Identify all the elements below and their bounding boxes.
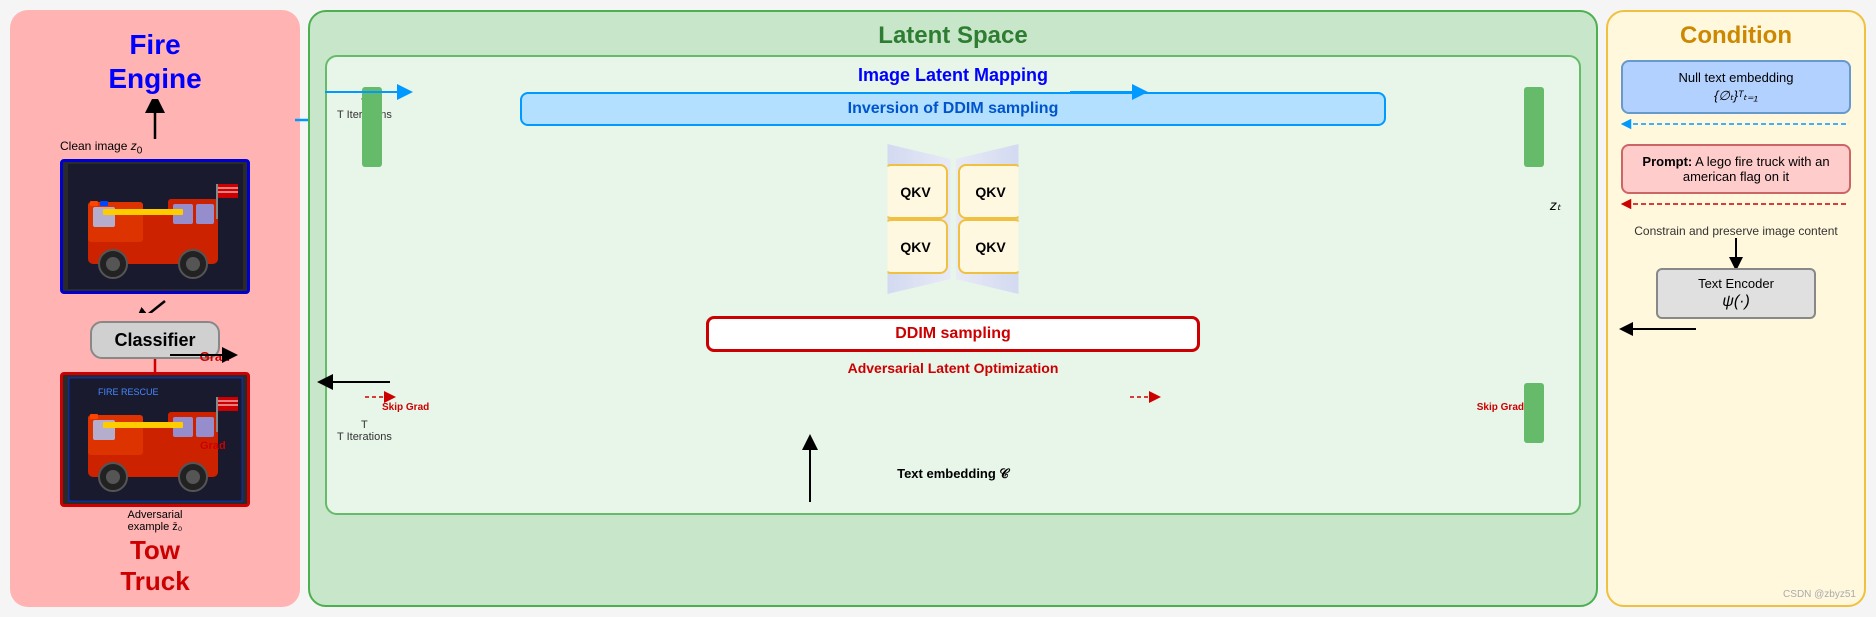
ilm-box: Image Latent Mapping Inversion of DDIM s… [325, 55, 1581, 515]
tow-truck-title: Tow Truck [120, 535, 189, 597]
clean-image-label: Clean image z0 [60, 139, 250, 156]
text-encoder-label: Text Encoder [1673, 276, 1799, 291]
arrow-prompt-to-zt [1616, 194, 1856, 214]
arrow-clean-to-classifier [130, 296, 180, 314]
skip-grad-2: Skip Grad [1477, 402, 1524, 413]
watermark: CSDN @zbyz51 [1783, 589, 1856, 600]
main-container: Fire Engine Clean image z0 [0, 0, 1876, 617]
qkv-box-2: QKV [883, 219, 948, 274]
null-text-label: Null text embedding [1631, 70, 1841, 85]
zt-label: zₜ [1550, 197, 1561, 214]
qkv-box-1: QKV [883, 164, 948, 219]
prompt-label: Prompt: [1642, 154, 1692, 169]
condition-title: Condition [1680, 22, 1792, 50]
null-text-box: Null text embedding {∅ₜ}ᵀₜ₌₁ [1621, 60, 1851, 114]
arrow-constrain-down [1726, 238, 1746, 268]
fire-engine-title: Fire Engine [108, 28, 201, 95]
latent-space-title: Latent Space [325, 22, 1581, 50]
ddim-inversion-box: Inversion of DDIM sampling [520, 92, 1385, 126]
text-embedding-label: Text embedding 𝒞 [897, 465, 1009, 483]
null-text-math: {∅ₜ}ᵀₜ₌₁ [1631, 88, 1841, 104]
prompt-box: Prompt: A lego fire truck with an americ… [1621, 144, 1851, 194]
constrain-text: Constrain and preserve image content [1626, 224, 1846, 238]
green-bar-right-bottom [1524, 383, 1544, 443]
green-bar-right-top [1524, 87, 1544, 167]
skip-grad-1: Skip Grad [382, 402, 429, 413]
ilm-title: Image Latent Mapping [335, 65, 1571, 86]
clean-image-box [60, 159, 250, 294]
arrow-encoder-to-embedding [1616, 319, 1856, 359]
t-iterations-2: T T Iterations [337, 419, 392, 443]
svg-text:FIRE RESCUE: FIRE RESCUE [98, 387, 159, 397]
ddim-sampling-box: DDIM sampling [706, 316, 1200, 352]
fire-truck-svg [68, 164, 243, 289]
clean-image-container: Clean image z0 [60, 139, 250, 293]
adv-latent-title: Adversarial Latent Optimization [335, 360, 1571, 376]
arrow-up-to-fire-engine [145, 99, 165, 139]
qkv-box-3: QKV [958, 164, 1023, 219]
green-bar-left [362, 87, 382, 167]
left-section: Fire Engine Clean image z0 [10, 10, 300, 607]
arrow-classifier-to-adv [170, 345, 240, 375]
qkv-box-4: QKV [958, 219, 1023, 274]
psi-label: ψ(·) [1673, 293, 1799, 311]
adv-image-container: FIRE RESCUE Adversarial example z̄₀ [60, 372, 250, 533]
middle-section: Latent Space Image Latent Mapping Invers… [308, 10, 1598, 607]
right-section: Condition Null text embedding {∅ₜ}ᵀₜ₌₁ P… [1606, 10, 1866, 607]
arrow-null-to-bar [1616, 114, 1856, 134]
prompt-text: A lego fire truck with an american flag … [1683, 154, 1830, 184]
adv-label: Adversarial example z̄₀ [60, 509, 250, 533]
grad-label-2: Grad [200, 440, 226, 452]
page-right-1: QKV QKV [956, 144, 1026, 294]
page-left-1: QKV QKV [881, 144, 951, 294]
text-encoder-box: Text Encoder ψ(·) [1656, 268, 1816, 319]
